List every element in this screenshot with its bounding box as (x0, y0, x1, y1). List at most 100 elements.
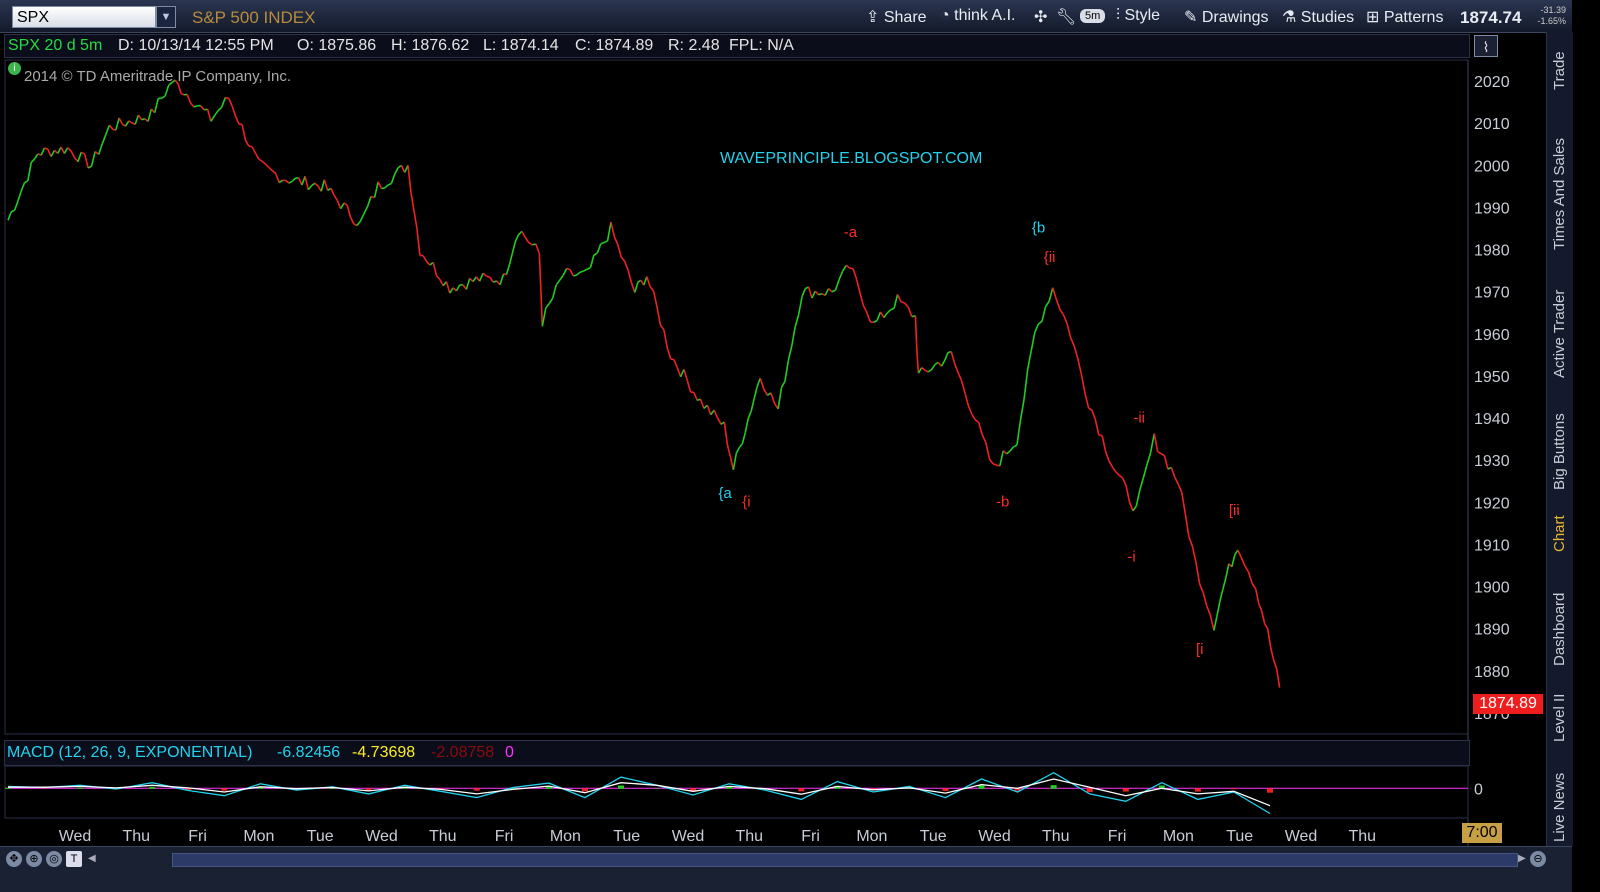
crosshair-tool-button[interactable]: ✣ (1034, 7, 1047, 27)
studies-button[interactable]: ⚗ Studies (1282, 7, 1354, 27)
price-segment (1268, 629, 1271, 648)
price-segment (232, 106, 235, 116)
price-segment (122, 124, 125, 126)
price-segment (1031, 332, 1035, 350)
price-segment (724, 422, 727, 445)
price-segment (1192, 546, 1196, 563)
symbol-input[interactable]: SPX (12, 6, 156, 28)
patterns-button[interactable]: ⊞ Patterns (1366, 7, 1443, 27)
magnifier-icon[interactable]: ◎ (46, 851, 62, 867)
price-segment (1102, 436, 1105, 452)
price-segment (546, 304, 549, 309)
price-chart[interactable]: 2020201020001990198019701960195019401930… (0, 58, 1546, 848)
price-segment (799, 297, 802, 315)
price-segment (78, 152, 81, 162)
macd-histogram-bar (221, 788, 227, 790)
tab-level-ii[interactable]: Level II (1547, 684, 1573, 744)
text-tool-icon[interactable]: T (66, 851, 82, 867)
price-segment (591, 255, 594, 268)
tab-big-buttons[interactable]: Big Buttons (1547, 396, 1573, 492)
tab-chart[interactable]: Chart (1547, 508, 1573, 554)
price-segment (764, 389, 768, 395)
price-segment (360, 214, 364, 221)
price-segment (1249, 572, 1253, 583)
price-segment (1241, 558, 1245, 566)
price-segment (867, 312, 870, 321)
tab-dashboard[interactable]: Dashboard (1547, 578, 1573, 668)
y-tick-label: 1890 (1474, 622, 1510, 639)
price-segment (222, 98, 226, 108)
chart-settings-button[interactable]: ⌇ (1474, 35, 1498, 57)
price-segment (857, 279, 860, 293)
price-segment (1200, 584, 1204, 593)
price-segment (965, 393, 968, 406)
price-segment (1000, 451, 1003, 466)
price-segment (1182, 492, 1186, 514)
price-segment (1003, 451, 1006, 454)
price-segment (917, 351, 918, 373)
tab-live-news[interactable]: Live News (1547, 760, 1573, 844)
price-segment (718, 418, 721, 424)
macd-histogram-bar (1267, 788, 1273, 792)
price-segment (894, 294, 897, 308)
price-segment (1074, 346, 1078, 358)
symbol-dropdown-icon[interactable]: ▼ (156, 6, 176, 28)
price-segment (1161, 454, 1164, 456)
interval-badge[interactable]: 5m (1080, 9, 1105, 23)
price-segment (1099, 435, 1102, 436)
zoom-in-icon[interactable]: ⊕ (26, 851, 42, 867)
price-segment (81, 152, 84, 154)
scroll-right-icon[interactable]: ▶ (1518, 853, 1526, 864)
style-button[interactable]: ⫶ Style (1116, 7, 1160, 25)
price-segment (148, 109, 151, 121)
x-tick-label: Thu (123, 828, 151, 845)
think-ai-button[interactable]: ◔ think A.I. (940, 7, 1016, 25)
price-segment (58, 147, 61, 153)
price-segment (364, 207, 368, 214)
tab-times-and-sales[interactable]: Times And Sales (1547, 112, 1573, 252)
zoom-out-icon[interactable]: ⊖ (1530, 851, 1546, 867)
price-segment (99, 144, 103, 155)
change-readout: -31.39 -1.65% (1528, 5, 1566, 27)
info-open: O: 1875.86 (297, 35, 376, 57)
price-segment (1259, 604, 1262, 611)
price-segment (958, 373, 961, 381)
share-button[interactable]: ⇪ Share (866, 7, 927, 27)
price-segment (667, 348, 670, 359)
price-segment (259, 159, 262, 161)
x-tick-label: Thu (1042, 828, 1070, 845)
price-segment (584, 269, 587, 271)
y-tick-label: 1960 (1474, 327, 1510, 344)
price-segment (925, 370, 928, 372)
price-segment (928, 370, 931, 372)
price-segment (739, 444, 742, 448)
price-segment (922, 368, 925, 371)
x-tick-label: Tue (1226, 828, 1253, 845)
time-axis-readout: 7:00 (1462, 823, 1502, 843)
tab-trade[interactable]: Trade (1547, 32, 1573, 94)
studies-icon: ⚗ (1282, 9, 1296, 26)
price-segment (1112, 467, 1115, 472)
price-segment (102, 134, 106, 143)
scroll-left-icon[interactable]: ◀ (88, 853, 96, 864)
wrench-tool-button[interactable]: 🔧︎ (1056, 7, 1076, 27)
price-segment (269, 167, 272, 170)
x-tick-label: Tue (307, 828, 334, 845)
price-segment (427, 262, 430, 265)
wrench-icon: 🔧︎ (1056, 9, 1076, 26)
horizontal-scrollbar[interactable] (172, 853, 1518, 867)
price-segment (308, 186, 311, 190)
price-segment (165, 85, 168, 96)
price-segment (832, 290, 836, 292)
pan-icon[interactable]: ✥ (6, 851, 22, 867)
price-segment (701, 399, 704, 408)
price-segment (1262, 611, 1265, 624)
drawings-button[interactable]: ✎ Drawings (1184, 7, 1269, 27)
tab-active-trader[interactable]: Active Trader (1547, 268, 1573, 380)
info-icon[interactable]: i (8, 62, 21, 75)
price-segment (1049, 288, 1053, 302)
price-segment (262, 161, 265, 164)
y-tick-label: 1930 (1474, 453, 1510, 470)
price-segment (1203, 593, 1207, 606)
x-tick-label: Fri (1108, 828, 1127, 845)
